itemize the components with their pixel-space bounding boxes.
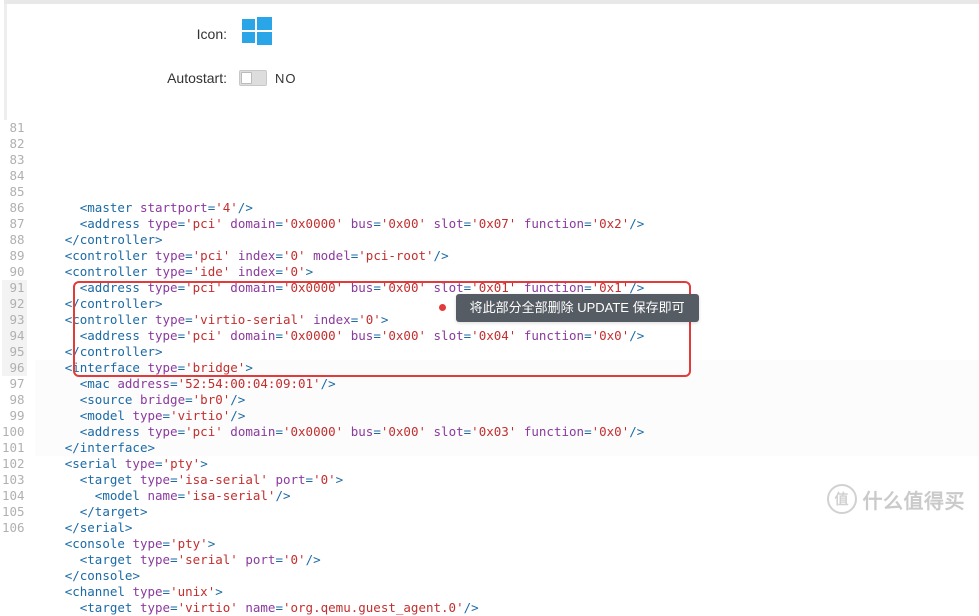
line-number: 95 [2,344,27,360]
line-number: 105 [2,504,27,520]
code-line[interactable]: <address type='pci' domain='0x0000' bus=… [35,328,979,344]
line-number: 87 [2,216,27,232]
icon-label: Icon: [7,26,239,42]
autostart-value: NO [275,71,297,86]
code-line[interactable]: <channel type='unix'> [35,584,979,600]
line-number: 84 [2,168,27,184]
code-line[interactable]: <controller type='pci' index='0' model='… [35,248,979,264]
code-line[interactable]: <address type='pci' domain='0x0000' bus=… [35,424,979,440]
watermark: 值 什么值得买 [827,484,966,514]
line-number: 100 [2,424,27,440]
line-number: 88 [2,232,27,248]
line-number: 82 [2,136,27,152]
line-number: 106 [2,520,27,536]
code-line[interactable]: </interface> [35,440,979,456]
vm-settings-panel: Icon: Autostart: NO [4,0,979,120]
line-number: 91 [2,280,27,296]
code-line[interactable]: <target type='virtio' name='org.qemu.gue… [35,600,979,616]
line-number: 97 [2,376,27,392]
code-line[interactable]: <controller type='ide' index='0'> [35,264,979,280]
windows-icon[interactable] [239,14,275,55]
code-line[interactable]: <interface type='bridge'> [35,360,979,376]
line-number: 104 [2,488,27,504]
line-number: 102 [2,456,27,472]
toggle-track[interactable] [239,70,267,86]
code-line[interactable]: <serial type='pty'> [35,456,979,472]
code-line[interactable]: <master startport='4'/> [35,200,979,216]
line-number: 89 [2,248,27,264]
code-line[interactable]: <model type='virtio'/> [35,408,979,424]
line-number: 99 [2,408,27,424]
xml-editor[interactable]: 8182838485868788899091929394959697989910… [0,120,979,616]
line-number: 90 [2,264,27,280]
line-number: 92 [2,296,27,312]
code-line[interactable]: </controller> [35,232,979,248]
autostart-label: Autostart: [7,70,239,86]
annotation-pointer-dot [439,304,446,311]
line-gutter: 8182838485868788899091929394959697989910… [0,120,29,616]
annotation-tooltip: 将此部分全部删除 UPDATE 保存即可 [456,294,699,322]
code-content[interactable]: 将此部分全部删除 UPDATE 保存即可 <master startport='… [29,120,979,616]
icon-row: Icon: [7,12,979,56]
line-number: 101 [2,440,27,456]
line-number: 94 [2,328,27,344]
line-number: 98 [2,392,27,408]
code-line[interactable]: <target type='serial' port='0'/> [35,552,979,568]
line-number: 93 [2,312,27,328]
code-line[interactable]: <console type='pty'> [35,536,979,552]
code-line[interactable]: </serial> [35,520,979,536]
top-scrollbar[interactable] [4,0,979,4]
line-number: 86 [2,200,27,216]
line-number: 103 [2,472,27,488]
line-number: 85 [2,184,27,200]
code-line[interactable]: <source bridge='br0'/> [35,392,979,408]
tooltip-text: 将此部分全部删除 UPDATE 保存即可 [470,300,685,315]
code-line[interactable]: </console> [35,568,979,584]
autostart-toggle[interactable]: NO [239,70,297,86]
line-number: 83 [2,152,27,168]
code-line[interactable]: <address type='pci' domain='0x0000' bus=… [35,216,979,232]
line-number: 81 [2,120,27,136]
line-number: 96 [2,360,27,376]
code-line[interactable]: </controller> [35,344,979,360]
code-line[interactable]: <mac address='52:54:00:04:09:01'/> [35,376,979,392]
autostart-row: Autostart: NO [7,56,979,100]
watermark-badge: 值 [827,484,857,514]
watermark-text: 什么值得买 [863,485,966,514]
